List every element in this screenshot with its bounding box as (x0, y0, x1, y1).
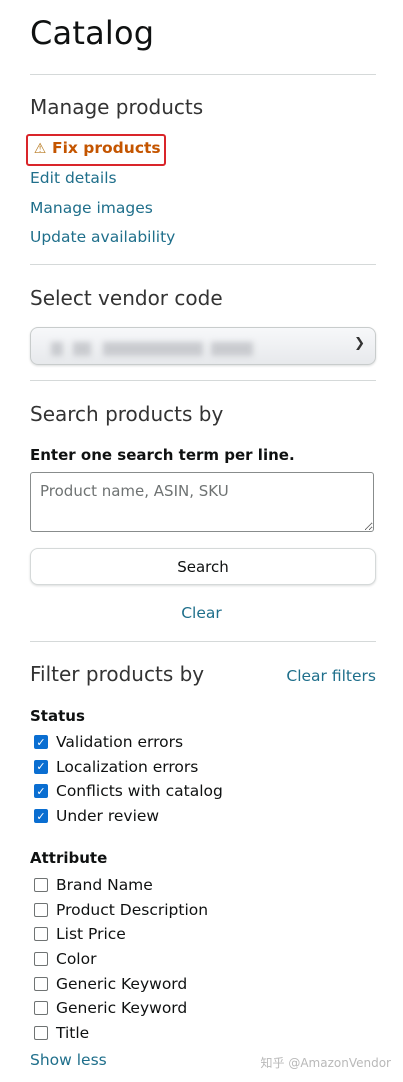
divider (30, 74, 376, 75)
manage-products-heading: Manage products (30, 95, 204, 119)
status-filter-item[interactable]: ✓ Localization errors (34, 755, 223, 780)
vendor-code-select[interactable]: ❯ (30, 327, 376, 365)
attribute-filter-item[interactable]: Product Description (34, 898, 208, 923)
filter-item-label: Generic Keyword (56, 999, 188, 1018)
checkbox-unchecked-icon[interactable] (34, 1025, 48, 1040)
search-products-heading: Search products by (30, 402, 224, 426)
status-filter-item[interactable]: ✓ Conflicts with catalog (34, 779, 223, 804)
filter-item-label: Product Description (56, 900, 209, 919)
filter-item-label: Generic Keyword (56, 974, 188, 993)
attribute-filter-item[interactable]: Generic Keyword (34, 971, 208, 996)
divider (30, 380, 376, 381)
checkbox-unchecked-icon[interactable] (34, 927, 48, 942)
checkbox-unchecked-icon[interactable] (34, 878, 48, 893)
redacted-value (51, 342, 63, 356)
checkbox-unchecked-icon[interactable] (34, 952, 48, 967)
show-less-link[interactable]: Show less (30, 1051, 107, 1069)
filter-item-label: Under review (56, 807, 160, 826)
divider (30, 641, 376, 642)
filter-item-label: Conflicts with catalog (56, 782, 223, 801)
attribute-filter-item[interactable]: Brand Name (34, 873, 208, 898)
select-vendor-heading: Select vendor code (30, 286, 223, 310)
filter-item-label: List Price (56, 925, 126, 944)
checkbox-checked-icon[interactable]: ✓ (34, 809, 48, 824)
checkbox-unchecked-icon[interactable] (34, 976, 48, 991)
search-input[interactable] (30, 472, 374, 532)
redacted-value (73, 342, 91, 356)
redacted-value (211, 342, 253, 356)
attribute-label: Attribute (30, 849, 108, 867)
status-filter-list: ✓ Validation errors ✓ Localization errors … (34, 730, 223, 828)
watermark: 知乎 @AmazonVendor (260, 1056, 391, 1070)
warning-icon: ⚠ (33, 141, 47, 157)
checkbox-checked-icon[interactable]: ✓ (34, 735, 48, 750)
filter-item-label: Brand Name (56, 876, 153, 895)
page-title: Catalog (30, 14, 155, 52)
manage-images-link[interactable]: Manage images (30, 199, 153, 217)
attribute-filter-list: Brand Name Product Description List Pric… (34, 873, 208, 1045)
fix-products-link[interactable]: ⚠ Fix products (32, 139, 161, 157)
status-filter-item[interactable]: ✓ Validation errors (34, 730, 223, 755)
status-filter-item[interactable]: ✓ Under review (34, 804, 223, 829)
divider (30, 264, 376, 265)
filter-item-label: Title (56, 1023, 90, 1042)
fix-products-label: Fix products (52, 139, 161, 157)
attribute-filter-item[interactable]: Color (34, 947, 208, 972)
search-button[interactable]: Search (30, 548, 376, 585)
filter-item-label: Localization errors (56, 757, 199, 776)
update-availability-link[interactable]: Update availability (30, 228, 175, 246)
checkbox-unchecked-icon[interactable] (34, 1001, 48, 1016)
redacted-value (103, 342, 203, 356)
status-label: Status (30, 707, 85, 725)
clear-search-link[interactable]: Clear (0, 604, 403, 622)
clear-filters-link[interactable]: Clear filters (286, 667, 376, 685)
attribute-filter-item[interactable]: Generic Keyword (34, 996, 208, 1021)
filter-item-label: Color (56, 950, 97, 969)
attribute-filter-item[interactable]: Title (34, 1021, 208, 1046)
attribute-filter-item[interactable]: List Price (34, 922, 208, 947)
filter-products-heading: Filter products by (30, 662, 205, 686)
checkbox-checked-icon[interactable]: ✓ (34, 784, 48, 799)
chevron-down-icon: ❯ (354, 336, 365, 351)
search-instruction: Enter one search term per line. (30, 446, 295, 464)
checkbox-unchecked-icon[interactable] (34, 902, 48, 917)
edit-details-link[interactable]: Edit details (30, 169, 117, 187)
filter-item-label: Validation errors (56, 733, 184, 752)
checkbox-checked-icon[interactable]: ✓ (34, 759, 48, 774)
